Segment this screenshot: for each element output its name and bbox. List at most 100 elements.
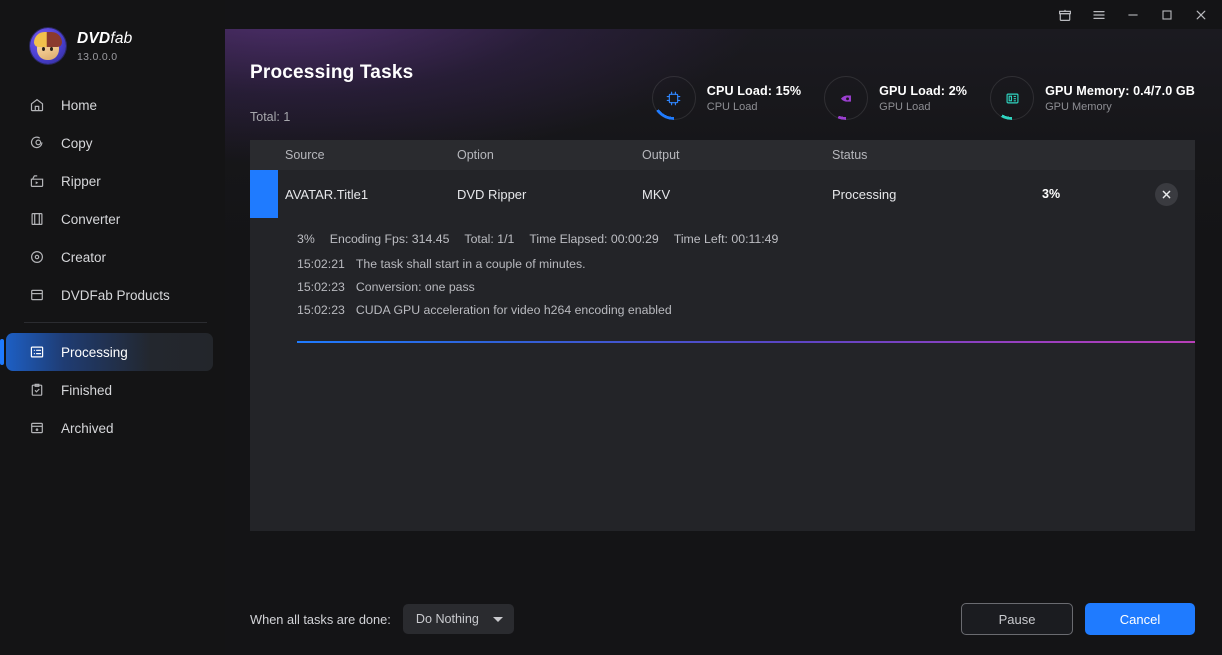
cell-output: MKV bbox=[642, 187, 832, 202]
brand-name-light: fab bbox=[110, 30, 132, 47]
cell-progress-percent: 3% bbox=[1042, 187, 1137, 201]
sidebar-item-processing[interactable]: Processing bbox=[6, 333, 213, 371]
page-header-left: Processing Tasks Total: 1 bbox=[250, 62, 413, 124]
sidebar-item-label: Finished bbox=[61, 383, 112, 398]
stat-total: Total: 1/1 bbox=[464, 232, 514, 246]
gauge-subtitle: CPU Load bbox=[707, 101, 801, 113]
gauge-title: CPU Load: 15% bbox=[707, 84, 801, 98]
menu-icon[interactable] bbox=[1082, 0, 1116, 29]
finished-clipboard-icon bbox=[28, 382, 45, 399]
gpu-gauge-ring bbox=[824, 76, 868, 120]
gauge-subtitle: GPU Memory bbox=[1045, 101, 1195, 113]
row-selected-accent bbox=[250, 170, 278, 218]
task-panel: AVATAR.Title1 DVD Ripper MKV Processing … bbox=[250, 170, 1195, 531]
window-titlebar bbox=[225, 0, 1222, 29]
maximize-icon[interactable] bbox=[1150, 0, 1184, 29]
stat-elapsed: Time Elapsed: 00:00:29 bbox=[529, 232, 658, 246]
when-done-select[interactable]: Do Nothing bbox=[403, 604, 514, 634]
sidebar-item-label: Archived bbox=[61, 421, 114, 436]
cell-status: Processing bbox=[832, 187, 1042, 202]
column-header-source: Source bbox=[250, 148, 457, 162]
footer-bar: When all tasks are done: Do Nothing Paus… bbox=[225, 583, 1222, 655]
dvdfab-window: DVDfab 13.0.0.0 Home bbox=[0, 0, 1222, 655]
footer-buttons: Pause Cancel bbox=[961, 603, 1195, 635]
brand: DVDfab 13.0.0.0 bbox=[0, 0, 225, 70]
gpu-memory-icon bbox=[1003, 89, 1022, 108]
stat-time-left: Time Left: 00:11:49 bbox=[674, 232, 779, 246]
sidebar-nav: Home Copy bbox=[0, 86, 225, 447]
ripper-icon bbox=[28, 173, 45, 190]
cell-source: AVATAR.Title1 bbox=[250, 187, 457, 202]
system-gauges: CPU Load: 15% CPU Load bbox=[652, 76, 1195, 120]
sidebar-item-label: DVDFab Products bbox=[61, 288, 170, 303]
close-task-icon[interactable] bbox=[1155, 183, 1178, 206]
sidebar-item-converter[interactable]: Converter bbox=[6, 200, 213, 238]
column-header-status: Status bbox=[832, 148, 1195, 162]
dvdfab-mascot-logo bbox=[30, 28, 66, 64]
log-time: 15:02:21 bbox=[297, 257, 345, 271]
task-log-list: 15:02:21 The task shall start in a coupl… bbox=[297, 257, 1195, 317]
sidebar-item-archived[interactable]: Archived bbox=[6, 409, 213, 447]
chevron-down-icon bbox=[493, 617, 503, 622]
brand-name: DVDfab bbox=[77, 30, 132, 48]
page-header: Processing Tasks Total: 1 bbox=[250, 29, 1195, 124]
gpu-memory-gauge-ring bbox=[990, 76, 1034, 120]
processing-list-icon bbox=[28, 344, 45, 361]
gift-icon[interactable] bbox=[1048, 0, 1082, 29]
stat-fps: Encoding Fps: 314.45 bbox=[330, 232, 450, 246]
sidebar-item-label: Converter bbox=[61, 212, 120, 227]
sidebar-item-ripper[interactable]: Ripper bbox=[6, 162, 213, 200]
cell-close bbox=[1137, 183, 1195, 206]
tasks-table: Source Option Output Status AVATAR.Title… bbox=[250, 140, 1195, 531]
sidebar-item-dvdfab-products[interactable]: DVDFab Products bbox=[6, 276, 213, 314]
page-title: Processing Tasks bbox=[250, 62, 413, 84]
cell-option: DVD Ripper bbox=[457, 187, 642, 202]
sidebar-item-label: Ripper bbox=[61, 174, 101, 189]
task-detail: 3% Encoding Fps: 314.45 Total: 1/1 Time … bbox=[250, 218, 1195, 343]
when-done-value: Do Nothing bbox=[416, 612, 479, 626]
sidebar: DVDfab 13.0.0.0 Home bbox=[0, 0, 225, 655]
log-message: CUDA GPU acceleration for video h264 enc… bbox=[356, 303, 672, 317]
table-header-row: Source Option Output Status bbox=[250, 140, 1195, 170]
total-count: Total: 1 bbox=[250, 110, 413, 124]
sidebar-item-label: Home bbox=[61, 98, 97, 113]
stat-percent: 3% bbox=[297, 232, 315, 246]
table-row[interactable]: AVATAR.Title1 DVD Ripper MKV Processing … bbox=[250, 170, 1195, 218]
archived-box-icon bbox=[28, 420, 45, 437]
list-item: 15:02:21 The task shall start in a coupl… bbox=[297, 257, 1195, 271]
task-list-empty-area bbox=[250, 343, 1195, 531]
sidebar-item-finished[interactable]: Finished bbox=[6, 371, 213, 409]
sidebar-divider bbox=[24, 322, 207, 323]
gauge-cpu-load: CPU Load: 15% CPU Load bbox=[652, 76, 801, 120]
cpu-gauge-ring bbox=[652, 76, 696, 120]
gauge-subtitle: GPU Load bbox=[879, 101, 967, 113]
list-item: 15:02:23 CUDA GPU acceleration for video… bbox=[297, 303, 1195, 317]
gauge-title: GPU Memory: 0.4/7.0 GB bbox=[1045, 84, 1195, 98]
close-icon[interactable] bbox=[1184, 0, 1218, 29]
task-stats: 3% Encoding Fps: 314.45 Total: 1/1 Time … bbox=[297, 232, 1195, 246]
sidebar-item-creator[interactable]: Creator bbox=[6, 238, 213, 276]
gauge-gpu-memory: GPU Memory: 0.4/7.0 GB GPU Memory bbox=[990, 76, 1195, 120]
gpu-nvidia-icon bbox=[837, 89, 856, 108]
list-item: 15:02:23 Conversion: one pass bbox=[297, 280, 1195, 294]
column-header-option: Option bbox=[457, 148, 642, 162]
log-message: The task shall start in a couple of minu… bbox=[356, 257, 586, 271]
content-area: Processing Tasks Total: 1 bbox=[225, 29, 1222, 583]
pause-button[interactable]: Pause bbox=[961, 603, 1073, 635]
log-time: 15:02:23 bbox=[297, 280, 345, 294]
products-box-icon bbox=[28, 287, 45, 304]
home-icon bbox=[28, 97, 45, 114]
cpu-chip-icon bbox=[664, 89, 683, 108]
minimize-icon[interactable] bbox=[1116, 0, 1150, 29]
when-done-group: When all tasks are done: Do Nothing bbox=[250, 604, 514, 634]
gauge-title: GPU Load: 2% bbox=[879, 84, 967, 98]
copy-disc-icon bbox=[28, 135, 45, 152]
cancel-button[interactable]: Cancel bbox=[1085, 603, 1195, 635]
log-time: 15:02:23 bbox=[297, 303, 345, 317]
brand-name-bold: DVD bbox=[77, 30, 110, 47]
sidebar-item-home[interactable]: Home bbox=[6, 86, 213, 124]
when-done-label: When all tasks are done: bbox=[250, 612, 391, 627]
sidebar-item-copy[interactable]: Copy bbox=[6, 124, 213, 162]
sidebar-item-label: Copy bbox=[61, 136, 93, 151]
column-header-output: Output bbox=[642, 148, 832, 162]
